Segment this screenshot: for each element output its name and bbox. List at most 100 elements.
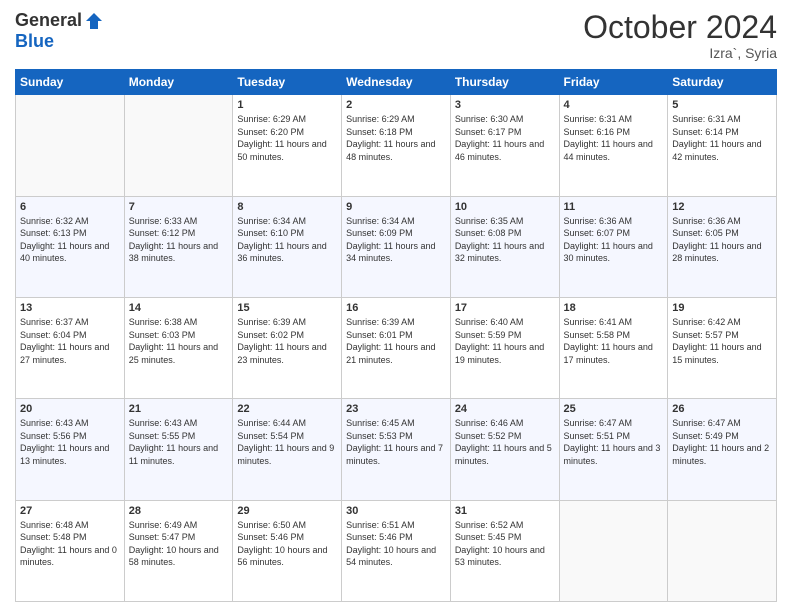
day-number: 16: [346, 302, 446, 314]
page: General Blue October 2024 Izra`, Syria S…: [0, 0, 792, 612]
calendar-cell: 31 Sunrise: 6:52 AMSunset: 5:45 PMDayligh…: [450, 500, 559, 601]
day-info: Sunrise: 6:41 AMSunset: 5:58 PMDaylight:…: [564, 316, 664, 366]
calendar-cell: 29 Sunrise: 6:50 AMSunset: 5:46 PMDayligh…: [233, 500, 342, 601]
day-number: 20: [20, 403, 120, 415]
day-info: Sunrise: 6:47 AMSunset: 5:49 PMDaylight:…: [672, 417, 772, 467]
calendar-cell: 7 Sunrise: 6:33 AMSunset: 6:12 PMDaylight…: [124, 196, 233, 297]
col-saturday: Saturday: [668, 70, 777, 95]
day-number: 13: [20, 302, 120, 314]
day-number: 3: [455, 99, 555, 111]
day-info: Sunrise: 6:43 AMSunset: 5:55 PMDaylight:…: [129, 417, 229, 467]
day-number: 26: [672, 403, 772, 415]
day-info: Sunrise: 6:31 AMSunset: 6:14 PMDaylight:…: [672, 113, 772, 163]
day-info: Sunrise: 6:39 AMSunset: 6:01 PMDaylight:…: [346, 316, 446, 366]
col-thursday: Thursday: [450, 70, 559, 95]
day-info: Sunrise: 6:50 AMSunset: 5:46 PMDaylight:…: [237, 519, 337, 569]
day-info: Sunrise: 6:52 AMSunset: 5:45 PMDaylight:…: [455, 519, 555, 569]
logo-blue-text: Blue: [15, 31, 54, 51]
day-info: Sunrise: 6:36 AMSunset: 6:07 PMDaylight:…: [564, 215, 664, 265]
calendar-cell: 27 Sunrise: 6:48 AMSunset: 5:48 PMDayligh…: [16, 500, 125, 601]
day-number: 8: [237, 201, 337, 213]
day-number: 29: [237, 505, 337, 517]
calendar-cell: 8 Sunrise: 6:34 AMSunset: 6:10 PMDaylight…: [233, 196, 342, 297]
calendar-cell: [559, 500, 668, 601]
title-block: October 2024 Izra`, Syria: [583, 10, 777, 61]
calendar-cell: 17 Sunrise: 6:40 AMSunset: 5:59 PMDayligh…: [450, 297, 559, 398]
day-info: Sunrise: 6:47 AMSunset: 5:51 PMDaylight:…: [564, 417, 664, 467]
day-number: 12: [672, 201, 772, 213]
calendar-cell: 30 Sunrise: 6:51 AMSunset: 5:46 PMDayligh…: [342, 500, 451, 601]
calendar-cell: 18 Sunrise: 6:41 AMSunset: 5:58 PMDayligh…: [559, 297, 668, 398]
location: Izra`, Syria: [583, 45, 777, 61]
day-number: 5: [672, 99, 772, 111]
calendar-cell: 21Sunrise: 6:43 AMSunset: 5:55 PMDayligh…: [124, 399, 233, 500]
day-info: Sunrise: 6:34 AMSunset: 6:10 PMDaylight:…: [237, 215, 337, 265]
calendar-cell: 12 Sunrise: 6:36 AMSunset: 6:05 PMDayligh…: [668, 196, 777, 297]
day-number: 10: [455, 201, 555, 213]
day-info: Sunrise: 6:32 AMSunset: 6:13 PMDaylight:…: [20, 215, 120, 265]
day-number: 6: [20, 201, 120, 213]
day-info: Sunrise: 6:35 AMSunset: 6:08 PMDaylight:…: [455, 215, 555, 265]
calendar-cell: 20 Sunrise: 6:43 AMSunset: 5:56 PMDayligh…: [16, 399, 125, 500]
calendar-header-row: Sunday Monday Tuesday Wednesday Thursday…: [16, 70, 777, 95]
day-info: Sunrise: 6:43 AMSunset: 5:56 PMDaylight:…: [20, 417, 120, 467]
day-info: Sunrise: 6:31 AMSunset: 6:16 PMDaylight:…: [564, 113, 664, 163]
calendar-cell: 25 Sunrise: 6:47 AMSunset: 5:51 PMDayligh…: [559, 399, 668, 500]
day-number: 24: [455, 403, 555, 415]
day-info: Sunrise: 6:51 AMSunset: 5:46 PMDaylight:…: [346, 519, 446, 569]
day-info: Sunrise: 6:36 AMSunset: 6:05 PMDaylight:…: [672, 215, 772, 265]
calendar-week-row: 20 Sunrise: 6:43 AMSunset: 5:56 PMDayligh…: [16, 399, 777, 500]
col-friday: Friday: [559, 70, 668, 95]
calendar-cell: 26 Sunrise: 6:47 AMSunset: 5:49 PMDayligh…: [668, 399, 777, 500]
calendar-cell: [16, 95, 125, 196]
day-number: 4: [564, 99, 664, 111]
calendar-table: Sunday Monday Tuesday Wednesday Thursday…: [15, 69, 777, 602]
day-info: Sunrise: 6:33 AMSunset: 6:12 PMDaylight:…: [129, 215, 229, 265]
calendar-week-row: 13Sunrise: 6:37 AMSunset: 6:04 PMDayligh…: [16, 297, 777, 398]
day-number: 14: [129, 302, 229, 314]
day-info: Sunrise: 6:44 AMSunset: 5:54 PMDaylight:…: [237, 417, 337, 467]
calendar-cell: 9Sunrise: 6:34 AMSunset: 6:09 PMDaylight…: [342, 196, 451, 297]
calendar-cell: 24 Sunrise: 6:46 AMSunset: 5:52 PMDayligh…: [450, 399, 559, 500]
day-info: Sunrise: 6:42 AMSunset: 5:57 PMDaylight:…: [672, 316, 772, 366]
calendar-cell: 28 Sunrise: 6:49 AMSunset: 5:47 PMDayligh…: [124, 500, 233, 601]
day-number: 15: [237, 302, 337, 314]
day-number: 28: [129, 505, 229, 517]
day-number: 17: [455, 302, 555, 314]
day-number: 27: [20, 505, 120, 517]
day-info: Sunrise: 6:29 AMSunset: 6:20 PMDaylight:…: [237, 113, 337, 163]
day-number: 11: [564, 201, 664, 213]
day-number: 31: [455, 505, 555, 517]
day-number: 7: [129, 201, 229, 213]
day-info: Sunrise: 6:49 AMSunset: 5:47 PMDaylight:…: [129, 519, 229, 569]
day-number: 1: [237, 99, 337, 111]
day-info: Sunrise: 6:45 AMSunset: 5:53 PMDaylight:…: [346, 417, 446, 467]
calendar-cell: [668, 500, 777, 601]
day-number: 30: [346, 505, 446, 517]
calendar-cell: 16 Sunrise: 6:39 AMSunset: 6:01 PMDayligh…: [342, 297, 451, 398]
day-number: 18: [564, 302, 664, 314]
col-monday: Monday: [124, 70, 233, 95]
day-info: Sunrise: 6:40 AMSunset: 5:59 PMDaylight:…: [455, 316, 555, 366]
day-info: Sunrise: 6:48 AMSunset: 5:48 PMDaylight:…: [20, 519, 120, 569]
day-info: Sunrise: 6:34 AMSunset: 6:09 PMDaylight:…: [346, 215, 446, 265]
day-info: Sunrise: 6:39 AMSunset: 6:02 PMDaylight:…: [237, 316, 337, 366]
calendar-cell: [124, 95, 233, 196]
calendar-week-row: 6 Sunrise: 6:32 AMSunset: 6:13 PMDaylight…: [16, 196, 777, 297]
day-number: 25: [564, 403, 664, 415]
logo-general-text: General: [15, 10, 82, 31]
day-number: 23: [346, 403, 446, 415]
calendar-cell: 23 Sunrise: 6:45 AMSunset: 5:53 PMDayligh…: [342, 399, 451, 500]
day-info: Sunrise: 6:46 AMSunset: 5:52 PMDaylight:…: [455, 417, 555, 467]
col-tuesday: Tuesday: [233, 70, 342, 95]
calendar-cell: 10 Sunrise: 6:35 AMSunset: 6:08 PMDayligh…: [450, 196, 559, 297]
month-title: October 2024: [583, 10, 777, 45]
calendar-cell: 6 Sunrise: 6:32 AMSunset: 6:13 PMDaylight…: [16, 196, 125, 297]
calendar-cell: 2Sunrise: 6:29 AMSunset: 6:18 PMDaylight…: [342, 95, 451, 196]
logo: General Blue: [15, 10, 104, 52]
calendar-cell: 4 Sunrise: 6:31 AMSunset: 6:16 PMDaylight…: [559, 95, 668, 196]
day-number: 2: [346, 99, 446, 111]
calendar-cell: 13Sunrise: 6:37 AMSunset: 6:04 PMDayligh…: [16, 297, 125, 398]
calendar-cell: 5 Sunrise: 6:31 AMSunset: 6:14 PMDaylight…: [668, 95, 777, 196]
calendar-week-row: 1 Sunrise: 6:29 AMSunset: 6:20 PMDaylight…: [16, 95, 777, 196]
